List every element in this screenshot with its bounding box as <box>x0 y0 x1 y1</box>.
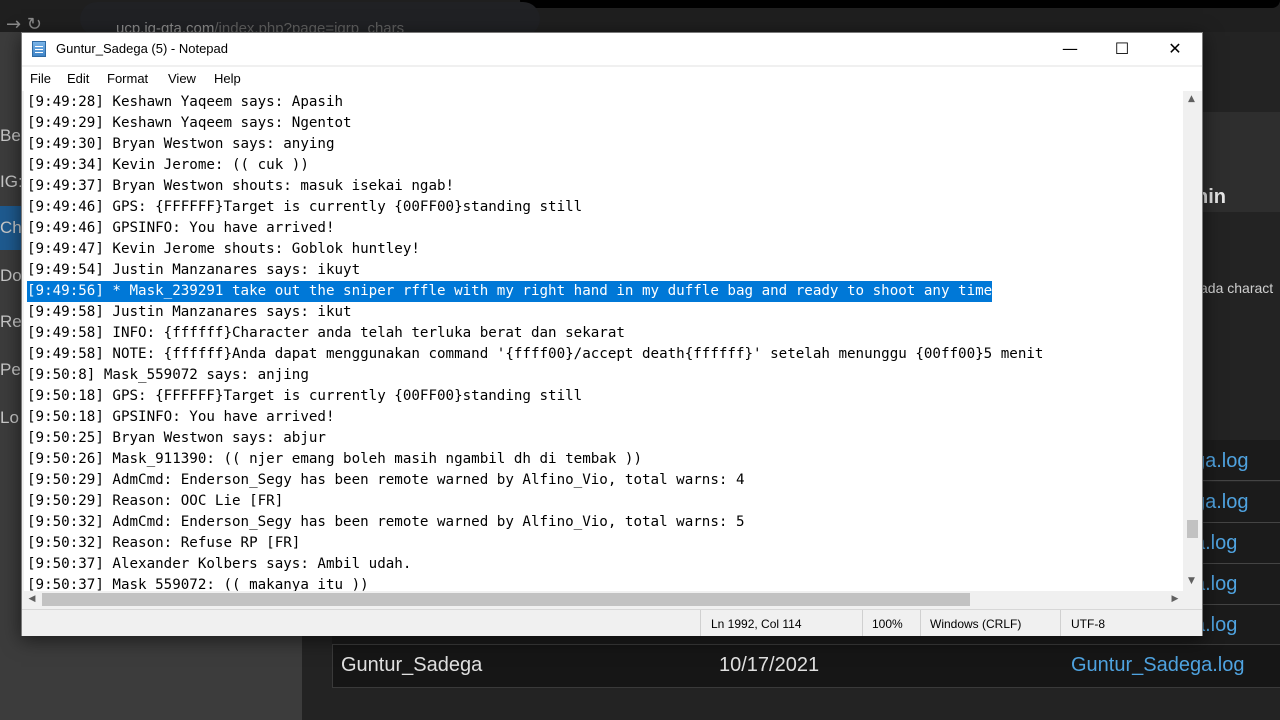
bg-sidebar-item[interactable]: Ch <box>0 218 22 238</box>
horizontal-scroll-thumb[interactable] <box>42 593 970 606</box>
status-zoom: 100% <box>872 617 903 631</box>
vertical-scrollbar[interactable]: ▲ ▼ <box>1183 91 1200 591</box>
text-line[interactable]: [9:50:29] AdmCmd: Enderson_Segy has been… <box>27 470 745 491</box>
menu-format[interactable]: Format <box>107 71 148 86</box>
status-separator <box>920 610 921 636</box>
text-line[interactable]: [9:49:29] Keshawn Yaqeem says: Ngentot <box>27 113 352 134</box>
status-position: Ln 1992, Col 114 <box>711 617 802 631</box>
scroll-down-icon[interactable]: ▼ <box>1183 573 1200 589</box>
bg-sidebar-item[interactable]: Re <box>0 312 22 332</box>
scroll-up-icon[interactable]: ▲ <box>1183 91 1200 107</box>
minimize-button[interactable]: — <box>1044 33 1096 65</box>
text-line[interactable]: [9:50:32] Reason: Refuse RP [FR] <box>27 533 300 554</box>
menu-view[interactable]: View <box>168 71 196 86</box>
text-line[interactable]: [9:50:18] GPSINFO: You have arrived! <box>27 407 335 428</box>
status-line-ending: Windows (CRLF) <box>930 617 1022 631</box>
bg-sidebar-item[interactable]: Lo <box>0 408 19 428</box>
bg-table-row-last[interactable]: Guntur_Sadega 10/17/2021 Guntur_Sadega.l… <box>332 644 1280 688</box>
menu-bar: File Edit Format View Help <box>22 67 1202 91</box>
close-button[interactable]: ✕ <box>1149 33 1201 65</box>
text-line[interactable]: [9:50:29] Reason: OOC Lie [FR] <box>27 491 283 512</box>
scroll-right-icon[interactable]: ▶ <box>1167 591 1183 608</box>
status-separator <box>862 610 863 636</box>
selected-text-line[interactable]: [9:49:56] * Mask_239291 take out the sni… <box>27 281 993 302</box>
bg-cell-file-link[interactable]: Guntur_Sadega.log <box>1071 654 1244 677</box>
bg-sidebar-item[interactable]: Do <box>0 266 22 286</box>
bg-sidebar-item[interactable]: Pe <box>0 360 21 380</box>
text-line[interactable]: [9:50:25] Bryan Westwon says: abjur <box>27 428 326 449</box>
bg-cell-date: 10/17/2021 <box>719 654 820 676</box>
text-line[interactable]: [9:50:37] Mask_559072: (( makanya itu )) <box>27 575 369 591</box>
bg-sidebar-item[interactable]: IG: <box>0 172 23 192</box>
text-editor[interactable]: [9:49:28] Keshawn Yaqeem says: Apasih [9:… <box>24 91 1185 591</box>
status-encoding: UTF-8 <box>1071 617 1105 631</box>
text-line[interactable]: [9:49:30] Bryan Westwon says: anying <box>27 134 335 155</box>
browser-tab-strip <box>520 0 1280 8</box>
text-line[interactable]: [9:49:54] Justin Manzanares says: ikuyt <box>27 260 360 281</box>
bg-note-text: ada charact <box>1200 280 1274 296</box>
text-line[interactable]: [9:49:46] GPSINFO: You have arrived! <box>27 218 335 239</box>
text-line[interactable]: [9:50:37] Alexander Kolbers says: Ambil … <box>27 554 411 575</box>
scroll-left-icon[interactable]: ◀ <box>24 591 40 608</box>
text-line[interactable]: [9:49:34] Kevin Jerome: (( cuk )) <box>27 155 309 176</box>
horizontal-scrollbar[interactable]: ◀ ▶ <box>24 591 1185 608</box>
title-bar[interactable]: Guntur_Sadega (5) - Notepad — ☐ ✕ <box>22 33 1202 65</box>
status-separator <box>1060 610 1061 636</box>
text-line[interactable]: [9:49:28] Keshawn Yaqeem says: Apasih <box>27 92 343 113</box>
notepad-window: Guntur_Sadega (5) - Notepad — ☐ ✕ File E… <box>21 32 1203 636</box>
notepad-app-icon <box>32 41 46 57</box>
text-line[interactable]: [9:50:26] Mask_911390: (( njer emang bol… <box>27 449 642 470</box>
menu-help[interactable]: Help <box>214 71 241 86</box>
text-line[interactable]: [9:49:46] GPS: {FFFFFF}Target is current… <box>27 197 582 218</box>
text-line[interactable]: [9:49:47] Kevin Jerome shouts: Goblok hu… <box>27 239 420 260</box>
text-line[interactable]: [9:50:32] AdmCmd: Enderson_Segy has been… <box>27 512 745 533</box>
status-bar: Ln 1992, Col 114 100% Windows (CRLF) UTF… <box>22 609 1202 636</box>
text-line[interactable]: [9:49:58] INFO: {ffffff}Character anda t… <box>27 323 625 344</box>
text-line[interactable]: [9:50:18] GPS: {FFFFFF}Target is current… <box>27 386 582 407</box>
menu-edit[interactable]: Edit <box>67 71 89 86</box>
menu-file[interactable]: File <box>30 71 51 86</box>
text-line[interactable]: [9:49:37] Bryan Westwon shouts: masuk is… <box>27 176 454 197</box>
text-line[interactable]: [9:49:58] NOTE: {ffffff}Anda dapat mengg… <box>27 344 1043 365</box>
text-line[interactable]: [9:49:58] Justin Manzanares says: ikut <box>27 302 352 323</box>
text-line[interactable]: [9:50:8] Mask_559072 says: anjing <box>27 365 309 386</box>
status-separator <box>700 610 701 636</box>
bg-sidebar-item[interactable]: Be <box>0 126 21 146</box>
vertical-scroll-thumb[interactable] <box>1187 520 1198 538</box>
window-title: Guntur_Sadega (5) - Notepad <box>56 41 228 56</box>
bg-cell-name: Guntur_Sadega <box>341 654 483 676</box>
maximize-button[interactable]: ☐ <box>1096 33 1148 65</box>
